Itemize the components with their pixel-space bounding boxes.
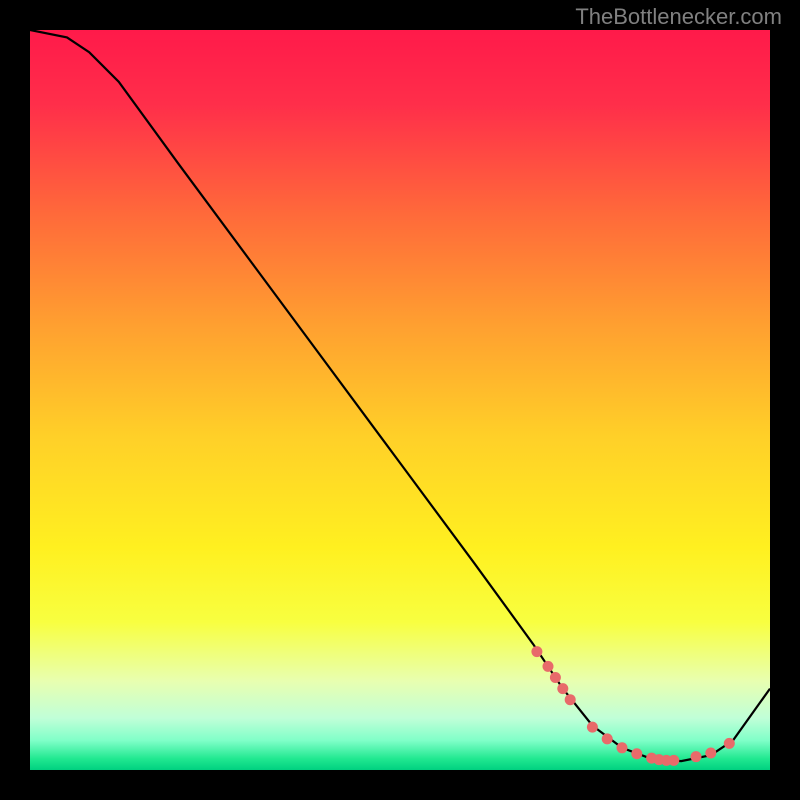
- attribution-text: TheBottlenecker.com: [575, 4, 782, 30]
- marker-dot: [617, 742, 628, 753]
- curve-markers: [531, 646, 734, 766]
- marker-dot: [602, 733, 613, 744]
- marker-dot: [565, 694, 576, 705]
- marker-dot: [587, 722, 598, 733]
- marker-dot: [557, 683, 568, 694]
- marker-dot: [724, 738, 735, 749]
- marker-dot: [531, 646, 542, 657]
- marker-dot: [550, 672, 561, 683]
- marker-dot: [691, 751, 702, 762]
- marker-dot: [668, 755, 679, 766]
- marker-dot: [543, 661, 554, 672]
- marker-dot: [631, 748, 642, 759]
- chart-plot-area: [30, 30, 770, 770]
- marker-dot: [705, 747, 716, 758]
- chart-curve-layer: [30, 30, 770, 770]
- bottleneck-curve: [30, 30, 770, 761]
